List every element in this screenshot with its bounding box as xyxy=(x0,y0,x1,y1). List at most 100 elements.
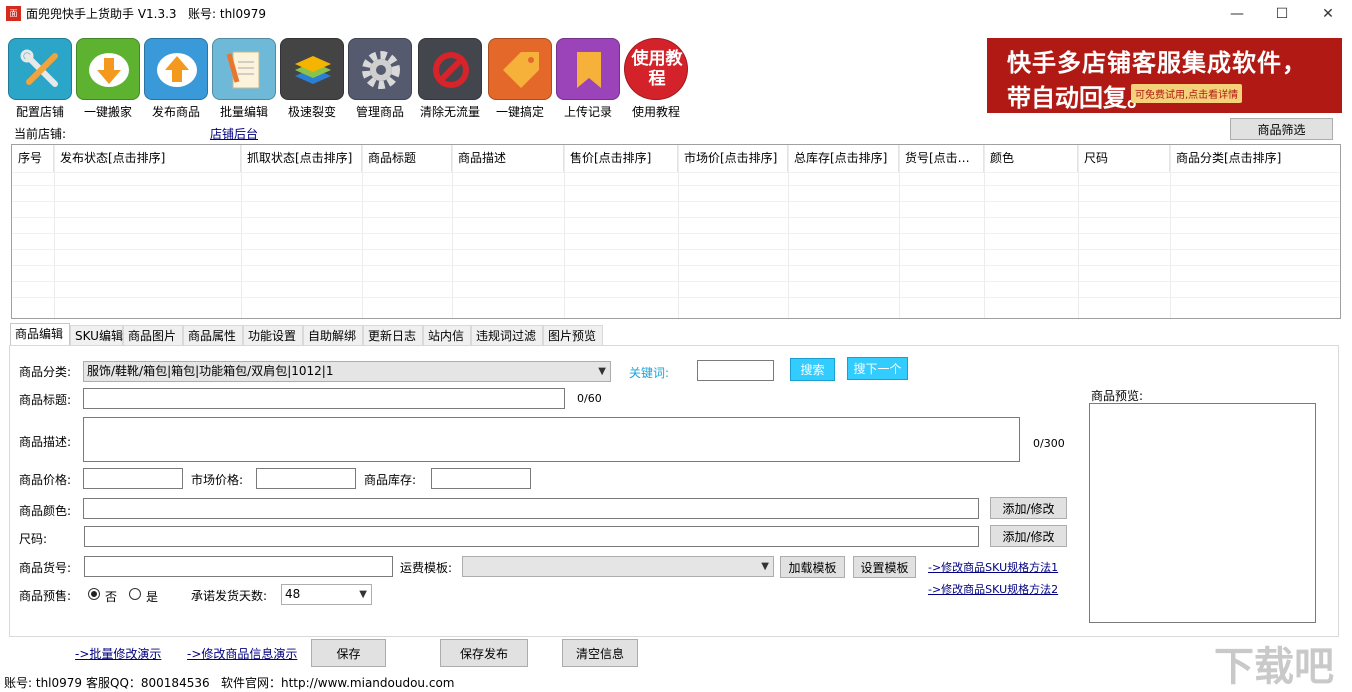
search-next-button[interactable]: 搜下一个 xyxy=(847,357,908,380)
batch-edit-button[interactable] xyxy=(212,38,276,100)
close-button[interactable]: ✕ xyxy=(1305,0,1351,28)
title-input[interactable] xyxy=(83,388,565,409)
presale-no-radio[interactable] xyxy=(88,588,100,600)
minimize-button[interactable]: — xyxy=(1214,0,1260,28)
app-icon: 面兜 xyxy=(6,6,21,33)
banner-subline: 带自动回复。 xyxy=(1007,84,1151,112)
title-label: 商品标题: xyxy=(19,393,72,407)
tab-word-filter[interactable]: 违规词过滤 xyxy=(471,325,543,345)
publish-product-button[interactable] xyxy=(144,38,208,100)
product-preview-box xyxy=(1089,403,1316,623)
col-header-size[interactable]: 尺码 xyxy=(1078,145,1170,172)
ad-banner[interactable]: 快手多店铺客服集成软件， 带自动回复。 可免费试用,点击看详情 xyxy=(987,38,1342,113)
market-price-input[interactable] xyxy=(256,468,356,489)
col-header-fetch-status[interactable]: 抓取状态[点击排序] xyxy=(241,145,362,172)
col-header-sku[interactable]: 货号[点击… xyxy=(899,145,984,172)
tag-icon xyxy=(503,52,539,88)
set-template-button[interactable]: 设置模板 xyxy=(853,556,916,578)
save-button[interactable]: 保存 xyxy=(311,639,386,667)
search-button[interactable]: 搜索 xyxy=(790,358,835,381)
size-input[interactable] xyxy=(84,526,979,547)
one-click-move-button[interactable] xyxy=(76,38,140,100)
sku-input[interactable] xyxy=(84,556,393,577)
product-filter-button[interactable]: 商品筛选 xyxy=(1230,118,1333,140)
no-entry-icon xyxy=(433,52,469,88)
toolbar-label-clear: 清除无流量 xyxy=(419,105,480,119)
tab-self-unbind[interactable]: 自助解绑 xyxy=(303,325,363,345)
col-header-title[interactable]: 商品标题 xyxy=(362,145,452,172)
presale-label: 商品预售: xyxy=(19,589,72,603)
bookmark-icon xyxy=(577,52,601,88)
presale-yes-radio[interactable] xyxy=(129,588,141,600)
category-selected-value: 服饰/鞋靴/箱包|箱包|功能箱包/双肩包|1012|1 xyxy=(87,364,334,378)
store-backend-link[interactable]: 店铺后台 xyxy=(210,125,258,142)
window-title: 面兜兜快手上货助手 V1.3.3 账号: thl0979 xyxy=(26,5,266,22)
chevron-down-icon: ▼ xyxy=(359,589,367,600)
config-store-button[interactable] xyxy=(8,38,72,100)
tab-product-images[interactable]: 商品图片 xyxy=(123,325,183,345)
ship-days-select[interactable]: 48 ▼ xyxy=(281,584,372,605)
upload-cloud-icon xyxy=(157,53,197,87)
tab-update-log[interactable]: 更新日志 xyxy=(363,325,423,345)
status-bar: 账号: thl0979 客服QQ：800184536 软件官网：http://w… xyxy=(0,670,1352,692)
banner-trial-tag: 可免费试用,点击看详情 xyxy=(1131,84,1243,103)
size-add-edit-button[interactable]: 添加/修改 xyxy=(990,525,1067,547)
load-template-button[interactable]: 加载模板 xyxy=(780,556,845,578)
edit-info-demo-link[interactable]: ->修改商品信息演示 xyxy=(187,645,297,662)
col-header-market-price[interactable]: 市场价[点击排序] xyxy=(678,145,788,172)
save-publish-button[interactable]: 保存发布 xyxy=(440,639,528,667)
color-input[interactable] xyxy=(83,498,979,519)
shipping-template-select[interactable]: ▼ xyxy=(462,556,774,577)
ship-days-label: 承诺发货天数: xyxy=(191,589,268,603)
title-account: 账号: thl0979 xyxy=(188,7,267,21)
one-click-done-button[interactable] xyxy=(488,38,552,100)
document-pencil-icon xyxy=(226,51,260,89)
clear-info-button[interactable]: 清空信息 xyxy=(562,639,638,667)
title-bar: 面兜 面兜兜快手上货助手 V1.3.3 账号: thl0979 — ☐ ✕ xyxy=(0,0,1352,33)
chevron-down-icon: ▼ xyxy=(761,561,769,572)
toolbar-label-manage: 管理商品 xyxy=(355,105,404,119)
color-label: 商品颜色: xyxy=(19,504,72,518)
col-header-description[interactable]: 商品描述 xyxy=(452,145,564,172)
tab-function-settings[interactable]: 功能设置 xyxy=(243,325,303,345)
toolbar-label-one-click-done: 一键搞定 xyxy=(495,105,544,119)
col-header-color[interactable]: 颜色 xyxy=(984,145,1078,172)
keyword-input[interactable] xyxy=(697,360,774,381)
tab-product-attributes[interactable]: 商品属性 xyxy=(183,325,243,345)
description-counter: 0/300 xyxy=(1033,437,1065,450)
wrench-screwdriver-icon xyxy=(20,49,58,87)
manage-products-button[interactable] xyxy=(348,38,412,100)
col-header-total-stock[interactable]: 总库存[点击排序] xyxy=(788,145,899,172)
tab-image-preview[interactable]: 图片预览 xyxy=(543,325,603,345)
toolbar-label-batch-edit: 批量编辑 xyxy=(219,105,268,119)
toolbar-label-fast-fission: 极速裂变 xyxy=(287,105,336,119)
batch-edit-demo-link[interactable]: ->批量修改演示 xyxy=(75,645,161,662)
clear-no-traffic-button[interactable] xyxy=(418,38,482,100)
tab-messages[interactable]: 站内信 xyxy=(423,325,471,345)
stock-input[interactable] xyxy=(431,468,531,489)
fast-fission-button[interactable] xyxy=(280,38,344,100)
price-input[interactable] xyxy=(83,468,183,489)
tab-sku-edit[interactable]: SKU编辑 xyxy=(70,325,123,345)
sku-method2-link[interactable]: ->修改商品SKU规格方法2 xyxy=(928,581,1058,597)
shipping-template-label: 运费模板: xyxy=(400,561,453,575)
col-header-price[interactable]: 售价[点击排序] xyxy=(564,145,678,172)
col-header-category[interactable]: 商品分类[点击排序] xyxy=(1170,145,1340,172)
tutorial-badge-text: 使用教程 xyxy=(631,49,683,89)
sku-label: 商品货号: xyxy=(19,561,72,575)
gear-icon xyxy=(362,51,400,89)
col-header-index[interactable]: 序号 xyxy=(12,145,54,172)
ship-days-value: 48 xyxy=(285,587,301,601)
tab-product-edit[interactable]: 商品编辑 xyxy=(10,323,70,346)
tutorial-badge-icon: 使用教程 xyxy=(631,49,683,89)
maximize-button[interactable]: ☐ xyxy=(1259,0,1305,28)
tutorial-button[interactable]: 使用教程 xyxy=(624,38,688,100)
product-table[interactable]: 序号 发布状态[点击排序] 抓取状态[点击排序] 商品标题 商品描述 售价[点击… xyxy=(11,144,1341,319)
color-add-edit-button[interactable]: 添加/修改 xyxy=(990,497,1067,519)
category-select[interactable]: 服饰/鞋靴/箱包|箱包|功能箱包/双肩包|1012|1 ▼ xyxy=(83,361,611,382)
sku-method1-link[interactable]: ->修改商品SKU规格方法1 xyxy=(928,559,1058,575)
upload-records-button[interactable] xyxy=(556,38,620,100)
col-header-publish-status[interactable]: 发布状态[点击排序] xyxy=(54,145,241,172)
description-textarea[interactable] xyxy=(83,417,1020,462)
toolbar-label-one-click-move: 一键搬家 xyxy=(83,105,132,119)
